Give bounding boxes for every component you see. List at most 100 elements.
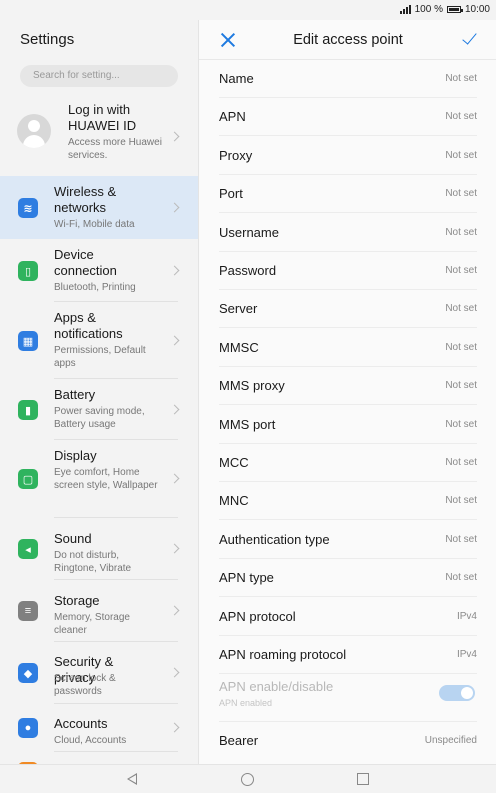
menu-item-subtitle: Cloud, Accounts bbox=[54, 735, 127, 746]
menu-item-subtitle: Eye comfort, Home screen style, Wallpape… bbox=[54, 467, 158, 491]
field-label: MMS proxy bbox=[219, 378, 285, 393]
settings-title: Settings bbox=[20, 31, 75, 48]
field-value: Not set bbox=[445, 73, 477, 84]
apn-field-apn-protocol[interactable]: APN protocol IPv4 bbox=[199, 598, 496, 636]
apn-field-mms-port[interactable]: MMS port Not set bbox=[199, 406, 496, 444]
device-connection-icon: ▯ bbox=[18, 261, 38, 281]
chevron-right-icon bbox=[169, 202, 180, 213]
back-icon[interactable] bbox=[127, 773, 137, 785]
apn-field-server[interactable]: Server Not set bbox=[199, 290, 496, 328]
field-label: Server bbox=[219, 301, 258, 316]
menu-item-display[interactable]: ▢ Display Eye comfort, Home screen style, … bbox=[0, 440, 198, 518]
field-value: Not set bbox=[445, 419, 477, 430]
battery-icon: ▮ bbox=[18, 400, 38, 420]
menu-item-apps[interactable]: ▦ Apps & notifications Permissions, Defaul… bbox=[0, 302, 198, 379]
field-value: Not set bbox=[445, 111, 477, 122]
divider bbox=[219, 212, 477, 213]
chevron-right-icon bbox=[169, 543, 180, 554]
divider bbox=[219, 519, 477, 520]
field-label: MNC bbox=[219, 493, 249, 508]
settings-panel: Settings Search for setting... Log in wi… bbox=[0, 20, 198, 764]
field-label: APN type bbox=[219, 570, 274, 585]
field-label: Bearer bbox=[219, 733, 259, 748]
field-label: APN roaming protocol bbox=[219, 647, 347, 662]
field-label: APN protocol bbox=[219, 609, 296, 624]
menu-item-accounts[interactable]: ● Accounts Cloud, Accounts bbox=[0, 704, 198, 752]
chevron-right-icon bbox=[169, 605, 180, 616]
field-value: IPv4 bbox=[456, 611, 477, 622]
menu-item-device-connection[interactable]: ▯ Device connection Bluetooth, Printing bbox=[0, 239, 198, 302]
field-label: MCC bbox=[219, 455, 249, 470]
apn-field-mms-proxy[interactable]: MMS proxy Not set bbox=[199, 367, 496, 405]
field-label: APN bbox=[219, 109, 246, 124]
apn-field-username[interactable]: Username Not set bbox=[199, 214, 496, 252]
field-value: Not set bbox=[445, 534, 477, 545]
chevron-right-icon bbox=[169, 265, 180, 276]
menu-item-subtitle: Screen lock & passwords bbox=[54, 673, 116, 697]
field-value: Not set bbox=[445, 227, 477, 238]
navigation-bar bbox=[0, 764, 496, 793]
menu-item-title: Wireless & networks bbox=[54, 184, 117, 215]
field-label: Port bbox=[219, 186, 243, 201]
search-input[interactable]: Search for setting... bbox=[20, 65, 178, 87]
recent-apps-icon[interactable] bbox=[357, 773, 369, 785]
apn-field-apn-type[interactable]: APN type Not set bbox=[199, 559, 496, 597]
apn-field-mcc[interactable]: MCC Not set bbox=[199, 444, 496, 482]
menu-item-sound[interactable]: ◂ Sound Do not disturb, Ringtone, Vibrate bbox=[0, 518, 198, 580]
signal-icon bbox=[399, 5, 411, 14]
field-value: Not set bbox=[445, 265, 477, 276]
field-label: MMSC bbox=[219, 340, 259, 355]
apn-field-password[interactable]: Password Not set bbox=[199, 252, 496, 290]
divider bbox=[219, 404, 477, 405]
menu-item-battery[interactable]: ▮ Battery Power saving mode, Battery usage bbox=[0, 379, 198, 440]
apn-field-name[interactable]: Name Not set bbox=[199, 60, 496, 98]
divider bbox=[219, 596, 477, 597]
confirm-check-icon[interactable] bbox=[461, 30, 477, 46]
field-value: Not set bbox=[445, 342, 477, 353]
field-label: APN enable/disable bbox=[219, 679, 334, 694]
field-label: Proxy bbox=[219, 148, 253, 163]
apn-field-apn-roaming-protocol[interactable]: APN roaming protocol IPv4 bbox=[199, 636, 496, 674]
apn-field-authentication-type[interactable]: Authentication type Not set bbox=[199, 521, 496, 559]
field-value: Not set bbox=[445, 495, 477, 506]
apn-field-bearer[interactable]: Bearer Unspecified bbox=[199, 722, 496, 760]
apps-icon: ▦ bbox=[18, 331, 38, 351]
display-icon: ▢ bbox=[18, 469, 38, 489]
huawei-id-subtitle: Access more Huawei services. bbox=[68, 137, 162, 161]
menu-item-smart-assistance[interactable]: ✱Smart assistance bbox=[0, 752, 198, 764]
security-icon: ◆ bbox=[18, 663, 38, 683]
menu-item-title: Device connection bbox=[54, 247, 117, 278]
accounts-icon: ● bbox=[18, 718, 38, 738]
home-icon[interactable] bbox=[241, 773, 254, 786]
apn-field-mmsc[interactable]: MMSC Not set bbox=[199, 329, 496, 367]
apn-field-mnc[interactable]: MNC Not set bbox=[199, 482, 496, 520]
apn-field-proxy[interactable]: Proxy Not set bbox=[199, 137, 496, 175]
menu-item-wifi[interactable]: ≋ Wireless & networks Wi-Fi, Mobile data bbox=[0, 176, 198, 239]
menu-item-title: Accounts bbox=[54, 716, 108, 731]
menu-item-subtitle: Bluetooth, Printing bbox=[54, 282, 136, 293]
menu-item-security[interactable]: ◆ Security & privacy Screen lock & passwor… bbox=[0, 642, 198, 704]
chevron-right-icon bbox=[169, 473, 180, 484]
status-bar: 100 % 10:00 bbox=[0, 0, 496, 20]
header: Edit access point bbox=[199, 20, 496, 60]
field-value: Not set bbox=[445, 572, 477, 583]
apn-field-port[interactable]: Port Not set bbox=[199, 175, 496, 213]
apn-enable-row: APN enable/disable APN enabled bbox=[199, 674, 496, 722]
field-label: MMS port bbox=[219, 417, 276, 432]
battery-percent: 100 % bbox=[414, 4, 443, 15]
chevron-right-icon bbox=[169, 335, 180, 346]
field-label: Username bbox=[219, 225, 279, 240]
avatar bbox=[17, 114, 51, 148]
divider bbox=[219, 135, 477, 136]
field-value: Unspecified bbox=[424, 735, 477, 746]
apn-field-apn[interactable]: APN Not set bbox=[199, 98, 496, 136]
huawei-id-title: Log in with HUAWEI ID bbox=[68, 102, 137, 133]
storage-icon: ≡ bbox=[18, 601, 38, 621]
menu-item-title: Storage bbox=[54, 593, 100, 608]
huawei-id-login[interactable]: Log in with HUAWEI ID Access more Huawei… bbox=[0, 100, 198, 184]
chevron-right-icon bbox=[169, 722, 180, 733]
wifi-icon: ≋ bbox=[18, 198, 38, 218]
field-subtitle: APN enabled bbox=[219, 698, 273, 708]
field-value: Not set bbox=[445, 188, 477, 199]
menu-item-storage[interactable]: ≡ Storage Memory, Storage cleaner bbox=[0, 580, 198, 642]
